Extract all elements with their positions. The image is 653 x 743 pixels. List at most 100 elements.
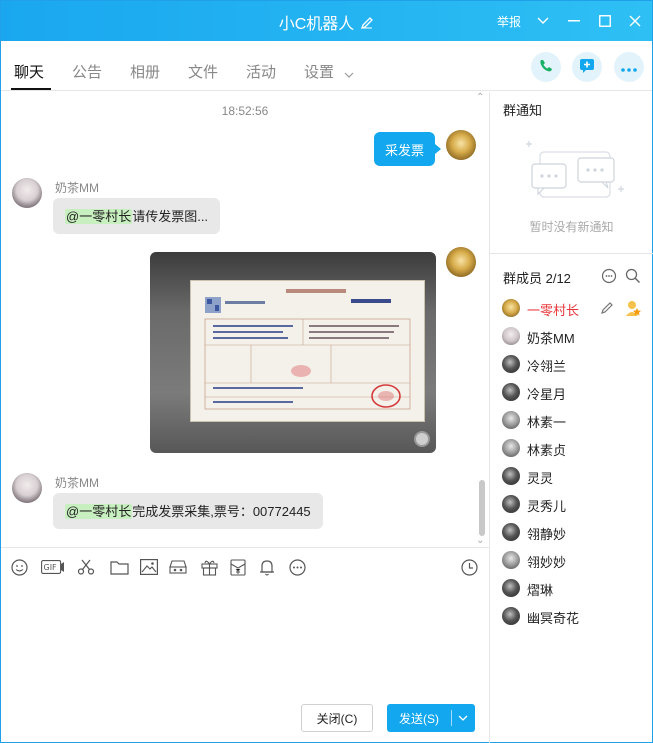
scroll-down-arrow[interactable]: ⌄: [476, 535, 484, 546]
member-name[interactable]: 灵秀儿: [527, 496, 566, 515]
tab-chat[interactable]: 聊天: [14, 61, 44, 82]
maximize-icon[interactable]: [595, 11, 615, 31]
member-name[interactable]: 灵灵: [527, 468, 553, 487]
member-item[interactable]: 林素贞: [502, 437, 652, 461]
edit-icon[interactable]: [360, 16, 374, 35]
member-item[interactable]: 灵灵: [502, 465, 652, 489]
folder-icon[interactable]: [109, 558, 129, 576]
member-name[interactable]: 一零村长: [527, 300, 579, 319]
member-item[interactable]: 一零村长: [502, 297, 652, 321]
send-button-label[interactable]: 发送(S): [387, 704, 451, 732]
member-avatar[interactable]: [502, 439, 520, 457]
message-text: 完成发票采集,票号：00772445: [132, 504, 311, 519]
settings-chevron-icon[interactable]: [344, 66, 354, 81]
window-title[interactable]: 小C机器人: [1, 10, 652, 35]
message-text: 请传发票图...: [132, 209, 209, 224]
member-item[interactable]: 灵秀儿: [502, 493, 652, 517]
member-item[interactable]: 翎静妙: [502, 521, 652, 545]
member-item[interactable]: 冷星月: [502, 381, 652, 405]
member-name[interactable]: 林素一: [527, 412, 566, 431]
member-avatar[interactable]: [502, 383, 520, 401]
chat-window: 小C机器人 举报 聊天 公告 相册 文件 活动 设置 18:52:56 采发票: [0, 0, 653, 743]
member-avatar[interactable]: [502, 579, 520, 597]
avatar-self[interactable]: [446, 130, 476, 160]
member-name[interactable]: 奶茶MM: [527, 328, 575, 347]
sender-name[interactable]: 奶茶MM: [55, 474, 99, 491]
message-bubble-outgoing[interactable]: 采发票: [374, 132, 442, 166]
tab-album[interactable]: 相册: [130, 61, 160, 82]
avatar-sender[interactable]: [12, 178, 42, 208]
member-avatar[interactable]: [502, 299, 520, 317]
group-side-panel: 群通知 暂时没有新通知 群成员 2/12 一零村长 奶茶MM 冷翎兰 冷星月 林素一 林素…: [489, 92, 653, 743]
new-message-button[interactable]: [572, 52, 602, 82]
chat-history[interactable]: 18:52:56 采发票 奶茶MM @一零村长请传发票图... 奶茶MM @一零…: [1, 92, 489, 547]
member-item[interactable]: 冷翎兰: [502, 353, 652, 377]
message-bubble-incoming[interactable]: @一零村长完成发票采集,票号：00772445: [53, 493, 323, 529]
member-avatar[interactable]: [502, 607, 520, 625]
tab-settings[interactable]: 设置: [304, 61, 334, 82]
search-icon[interactable]: [625, 268, 641, 284]
mention-tag[interactable]: @一零村长: [65, 504, 133, 519]
sender-name[interactable]: 奶茶MM: [55, 179, 99, 196]
member-item[interactable]: 奶茶MM: [502, 325, 652, 349]
member-name[interactable]: 冷翎兰: [527, 356, 566, 375]
send-options-chevron-icon[interactable]: [451, 704, 475, 732]
scissors-icon[interactable]: [77, 558, 95, 576]
svg-text:GIF: GIF: [44, 563, 58, 572]
image-icon[interactable]: [140, 558, 158, 576]
emoji-icon[interactable]: [10, 558, 28, 576]
title-bar: 小C机器人 举报: [1, 1, 652, 41]
message-bubble-incoming[interactable]: @一零村长请传发票图...: [53, 198, 221, 234]
bell-icon[interactable]: [258, 558, 276, 576]
chat-scrollbar-thumb[interactable]: [479, 480, 485, 536]
member-name[interactable]: 翎静妙: [527, 524, 566, 543]
member-avatar[interactable]: [502, 551, 520, 569]
member-name[interactable]: 熠琳: [527, 580, 553, 599]
avatar-sender[interactable]: [12, 473, 42, 503]
edit-card-icon[interactable]: [600, 301, 614, 318]
tab-files[interactable]: 文件: [188, 61, 218, 82]
more-options-button[interactable]: [614, 52, 644, 82]
tab-announcement[interactable]: 公告: [72, 61, 102, 82]
tab-activity[interactable]: 活动: [246, 61, 276, 82]
member-name[interactable]: 林素贞: [527, 440, 566, 459]
member-item[interactable]: 翎妙妙: [502, 549, 652, 573]
member-avatar[interactable]: [502, 411, 520, 429]
close-button[interactable]: 关闭(C): [301, 704, 373, 732]
member-item[interactable]: 熠琳: [502, 577, 652, 601]
avatar-self[interactable]: [446, 247, 476, 277]
member-item[interactable]: 林素一: [502, 409, 652, 433]
member-item[interactable]: 幽冥奇花: [502, 605, 652, 629]
member-name[interactable]: 幽冥奇花: [527, 608, 579, 627]
clock-history-icon[interactable]: [460, 558, 478, 576]
divider: [490, 253, 653, 254]
more-circle-icon[interactable]: [288, 558, 306, 576]
member-avatar[interactable]: [502, 327, 520, 345]
empty-notice-illustration: [518, 134, 628, 214]
message-text: 采发票: [385, 143, 425, 158]
screen-share-icon[interactable]: [169, 558, 187, 576]
send-button[interactable]: 发送(S): [387, 704, 475, 732]
zoom-in-icon[interactable]: [414, 431, 430, 447]
more-dots-icon: [621, 60, 637, 75]
gift-icon[interactable]: [200, 558, 218, 576]
mention-tag[interactable]: @一零村长: [65, 209, 133, 224]
report-link[interactable]: 举报: [497, 13, 521, 30]
member-chat-icon[interactable]: [601, 268, 617, 284]
member-avatar[interactable]: [502, 467, 520, 485]
message-composer: GIF 关闭(C) 发送(S): [1, 547, 489, 743]
member-avatar[interactable]: [502, 523, 520, 541]
member-name[interactable]: 冷星月: [527, 384, 566, 403]
member-avatar[interactable]: [502, 495, 520, 513]
member-avatar[interactable]: [502, 355, 520, 373]
chevron-down-icon[interactable]: [533, 11, 553, 31]
red-packet-icon[interactable]: [229, 558, 247, 576]
invoice-image[interactable]: [150, 252, 436, 453]
minimize-icon[interactable]: [564, 11, 584, 31]
close-icon[interactable]: [625, 11, 645, 31]
member-name[interactable]: 翎妙妙: [527, 552, 566, 571]
phone-call-button[interactable]: [531, 52, 561, 82]
bubble-tail: [435, 144, 442, 154]
scroll-up-arrow[interactable]: ⌃: [476, 92, 484, 103]
gif-icon[interactable]: GIF: [40, 558, 66, 576]
